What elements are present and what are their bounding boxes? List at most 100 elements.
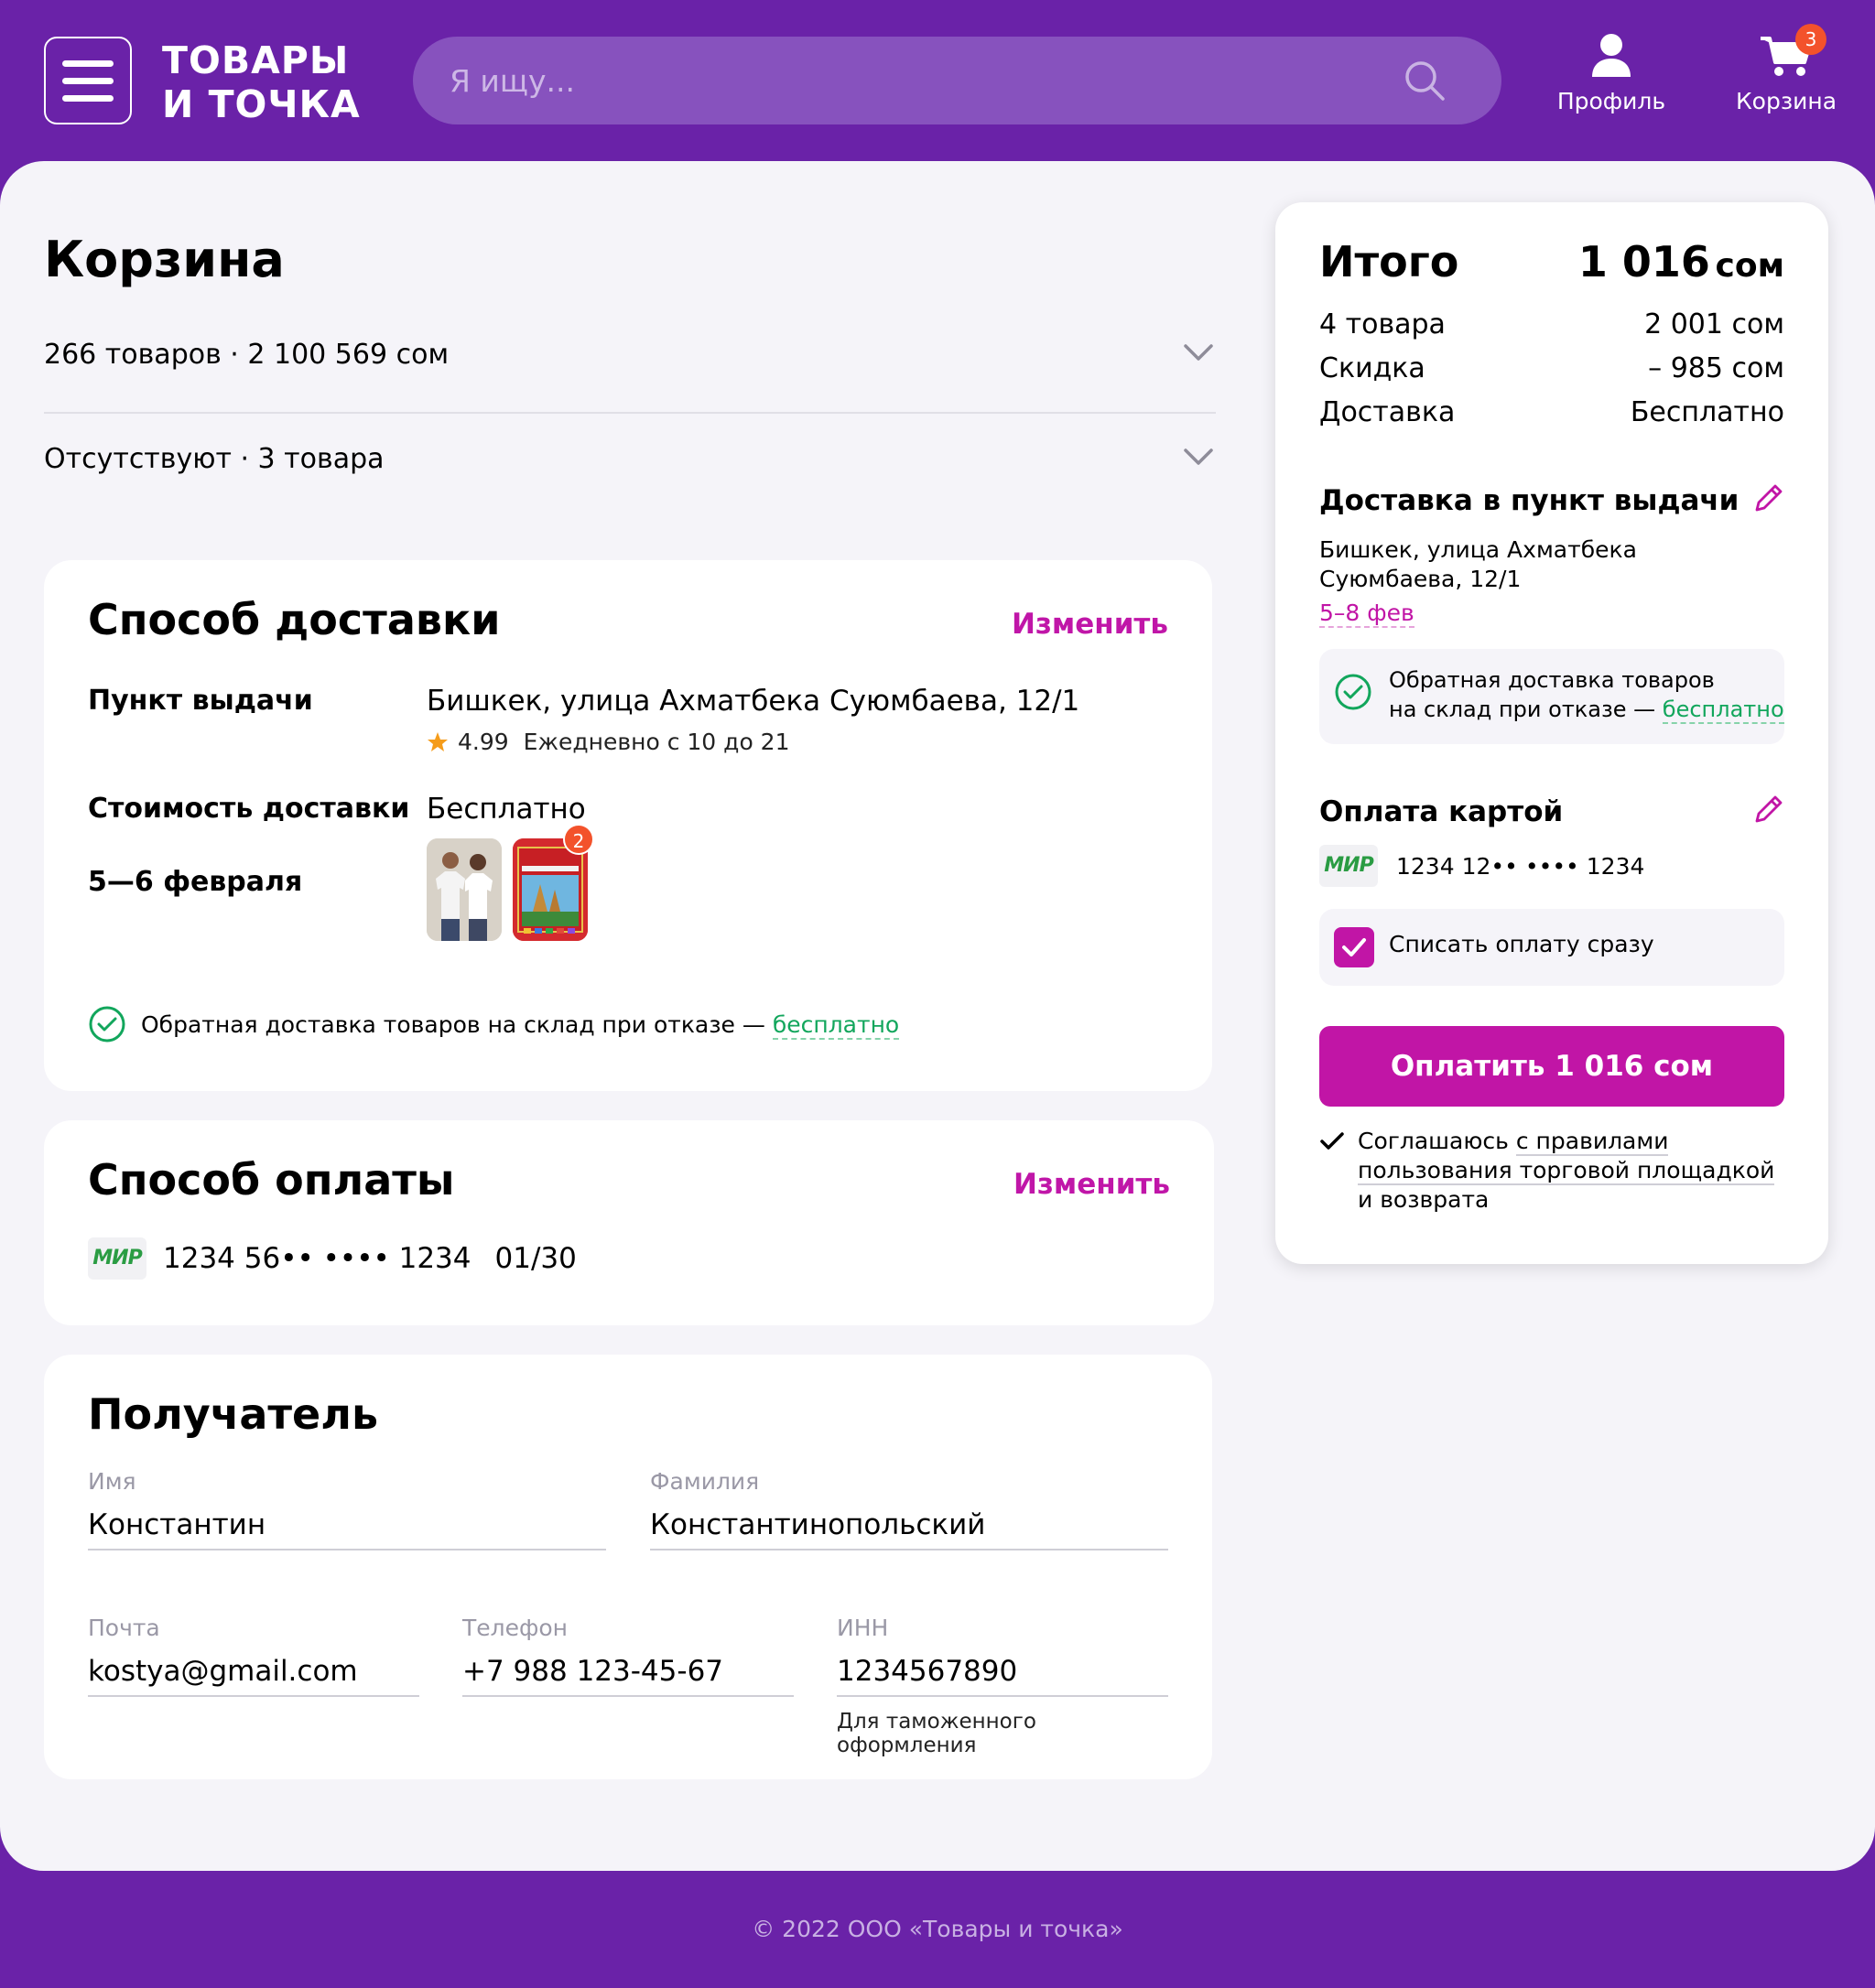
discount-value: – 985 сом [1648,352,1784,384]
profile-label: Профиль [1556,88,1666,114]
pickup-rating: 4.99 [458,729,509,755]
pickup-hours: Ежедневно с 10 до 21 [523,729,790,755]
phone-input[interactable]: +7 988 123-45-67 [462,1646,794,1697]
total-currency: сом [1715,247,1785,285]
missing-items-accordion[interactable]: Отсутствуют · 3 товара [44,443,1216,475]
charge-now-label: Списать оплату сразу [1389,931,1654,957]
pay-button[interactable]: Оплатить 1 016 сом [1319,1026,1784,1107]
search-bar [413,37,1501,124]
missing-items-summary: Отсутствуют · 3 товара [44,443,385,475]
items-value: 2 001 сом [1644,308,1784,340]
check-circle-icon [89,1006,125,1043]
cart-button[interactable]: 3 Корзина [1722,24,1850,128]
email-label: Почта [88,1615,160,1641]
last-name-input[interactable]: Константинопольский [650,1499,1168,1550]
cart-label: Корзина [1735,88,1837,114]
first-name-field[interactable]: Имя Константин [88,1468,606,1550]
delivery-cost-label: Стоимость доставки [88,793,410,825]
tshirt-product-image [427,838,502,941]
total-amount: 1 016 сом [1578,237,1784,286]
items-row: 4 товара 2 001 сом [1319,308,1784,340]
menu-icon-line [62,77,114,84]
delivery-label: Доставка [1319,396,1456,428]
return-free-link[interactable]: бесплатно [1662,697,1784,724]
summary-card-number: 1234 12•• •••• 1234 [1396,852,1645,880]
cart-count-badge: 3 [1795,24,1826,55]
delivery-row: Доставка Бесплатно [1319,396,1784,428]
total-label: Итого [1319,237,1459,286]
return-line-2: на склад при отказе — [1389,697,1663,722]
search-input[interactable] [450,37,1402,124]
checkmark-icon [1342,938,1366,956]
email-input[interactable]: kostya@gmail.com [88,1646,419,1697]
payment-card: Способ оплаты Изменить МИР 1234 56•• •••… [44,1120,1214,1325]
menu-button[interactable] [44,37,132,124]
first-name-input[interactable]: Константин [88,1499,606,1550]
pencil-icon[interactable] [1751,482,1784,515]
divider [44,412,1216,414]
return-info-box: Обратная доставка товаров на склад при о… [1319,649,1784,744]
card-section-title: Оплата картой [1319,795,1564,828]
recipient-title: Получатель [88,1389,379,1439]
quantity-badge: 2 [563,824,594,855]
inn-hint: Для таможенного оформления [837,1710,1036,1757]
star-icon [428,731,448,751]
payment-change-link[interactable]: Изменить [1013,1168,1170,1201]
delivery-card: Способ доставки Изменить Пункт выдачи Би… [44,560,1212,1091]
profile-button[interactable]: Профиль [1547,33,1675,128]
chevron-down-icon [1184,344,1213,361]
last-name-field[interactable]: Фамилия Константинопольский [650,1468,1168,1550]
first-name-label: Имя [88,1468,136,1495]
logo[interactable]: ТОВАРЫ И ТОЧКА [162,38,361,126]
recipient-card: Получатель Имя Константин Фамилия Конста… [44,1355,1212,1779]
main-content: Корзина 266 товаров · 2 100 569 сом Отсу… [0,161,1875,1871]
delivery-title: Способ доставки [88,595,501,644]
terms-link-2[interactable]: пользования торговой площадкой [1358,1157,1775,1185]
charge-now-checkbox-row[interactable]: Списать оплату сразу [1319,909,1784,986]
pickup-label: Пункт выдачи [88,685,313,717]
pencil-icon[interactable] [1751,794,1784,827]
delivery-value: Бесплатно [1630,396,1784,428]
menu-icon-line [62,59,114,67]
terms-link[interactable]: с правилами [1515,1128,1669,1156]
mir-card-logo: МИР [88,1237,146,1280]
discount-label: Скидка [1319,352,1425,384]
order-summary: Итого 1 016 сом 4 товара 2 001 сом Скидк… [1275,202,1828,1264]
cart-items-accordion[interactable]: 266 товаров · 2 100 569 сом [44,339,1216,371]
pickup-section-title: Доставка в пункт выдачи [1319,484,1740,517]
header: ТОВАРЫ И ТОЧКА Профиль 3 Корзина [0,0,1875,161]
inn-field[interactable]: ИНН 1234567890 Для таможенного оформлени… [837,1615,1168,1757]
menu-icon-line [62,94,114,102]
check-circle-icon [1335,674,1371,710]
last-name-label: Фамилия [650,1468,760,1495]
discount-row: Скидка – 985 сом [1319,352,1784,384]
items-label: 4 товара [1319,308,1446,340]
charge-now-checkbox[interactable] [1334,927,1374,967]
delivery-change-link[interactable]: Изменить [1012,608,1168,641]
inn-input[interactable]: 1234567890 [837,1646,1168,1697]
summary-pickup-address: Бишкек, улица Ахматбека Суюмбаева, 12/1 [1319,536,1637,592]
payment-title: Способ оплаты [88,1155,455,1205]
pickup-meta: 4.99 Ежедневно с 10 до 21 [427,729,790,755]
copyright: © 2022 ООО «Товары и точка» [752,1916,1123,1942]
summary-pickup-dates[interactable]: 5–8 фев [1319,600,1414,628]
return-free-link[interactable]: бесплатно [772,1010,900,1040]
return-text: Обратная доставка товаров на склад при о… [141,1010,773,1038]
payment-card-expiry: 01/30 [494,1242,577,1275]
email-field[interactable]: Почта kostya@gmail.com [88,1615,419,1697]
logo-line: И ТОЧКА [162,82,361,126]
page-title: Корзина [44,231,285,288]
product-thumbnail-tshirts[interactable] [427,838,502,941]
search-icon[interactable] [1403,59,1447,103]
phone-field[interactable]: Телефон +7 988 123-45-67 [462,1615,794,1697]
footer: © 2022 ООО «Товары и точка» [0,1871,1875,1988]
cart-items-summary: 266 товаров · 2 100 569 сом [44,339,450,371]
total-row: Итого 1 016 сом [1319,237,1784,286]
logo-line: ТОВАРЫ [162,38,350,82]
return-line-1: Обратная доставка товаров [1389,667,1715,693]
agree-text-end: и возврата [1358,1186,1490,1213]
delivery-date-label: 5—6 февраля [88,866,303,898]
mir-card-logo: МИР [1319,845,1378,887]
payment-card-info: МИР 1234 56•• •••• 1234 01/30 [88,1237,577,1280]
phone-label: Телефон [462,1615,569,1641]
